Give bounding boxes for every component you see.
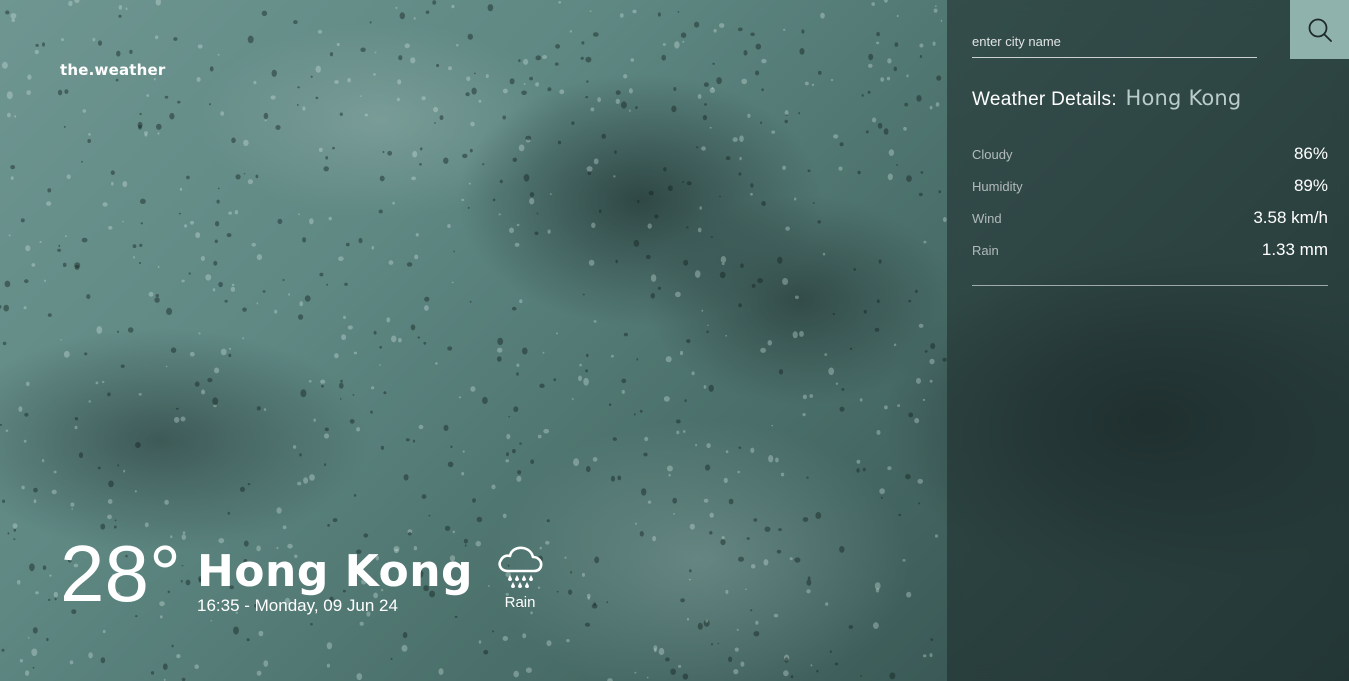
details-heading: Weather Details: Hong Kong	[972, 86, 1241, 111]
weather-app: the.weather 28° Hong Kong 16:35 - Monday…	[0, 0, 1349, 681]
detail-label: Cloudy	[972, 146, 1013, 162]
detail-value: 3.58 km/h	[1253, 208, 1328, 227]
current-city-name: Hong Kong	[196, 546, 474, 597]
details-list: Cloudy 86% Humidity 89% Wind 3.58 km/h R…	[972, 138, 1328, 266]
current-weather: 28° Hong Kong 16:35 - Monday, 09 Jun 24 …	[60, 532, 545, 616]
detail-row-cloudy: Cloudy 86%	[972, 138, 1328, 170]
current-datetime: 16:35 - Monday, 09 Jun 24	[196, 596, 398, 615]
city-search-input[interactable]	[972, 26, 1257, 58]
rain-cloud-icon	[498, 546, 543, 588]
detail-label: Wind	[972, 210, 1002, 226]
search-icon	[1308, 18, 1332, 42]
details-panel: Weather Details: Hong Kong Cloudy 86% Hu…	[947, 0, 1349, 681]
search-button[interactable]	[1290, 0, 1349, 59]
details-heading-label: Weather Details:	[972, 89, 1117, 110]
detail-value: 1.33 mm	[1261, 240, 1328, 259]
detail-label: Rain	[972, 242, 999, 258]
current-temperature: 28°	[60, 529, 181, 618]
detail-row-rain: Rain 1.33 mm	[972, 234, 1328, 266]
current-location: Hong Kong 16:35 - Monday, 09 Jun 24	[197, 546, 473, 616]
current-condition: Rain	[495, 544, 545, 611]
details-city-name: Hong Kong	[1125, 86, 1242, 110]
condition-label: Rain	[504, 594, 536, 611]
detail-row-wind: Wind 3.58 km/h	[972, 202, 1328, 234]
detail-row-humidity: Humidity 89%	[972, 170, 1328, 202]
brand-logo[interactable]: the.weather	[60, 61, 166, 79]
detail-value: 86%	[1293, 144, 1328, 163]
details-divider	[972, 285, 1328, 286]
detail-label: Humidity	[972, 178, 1023, 194]
detail-value: 89%	[1293, 176, 1328, 195]
